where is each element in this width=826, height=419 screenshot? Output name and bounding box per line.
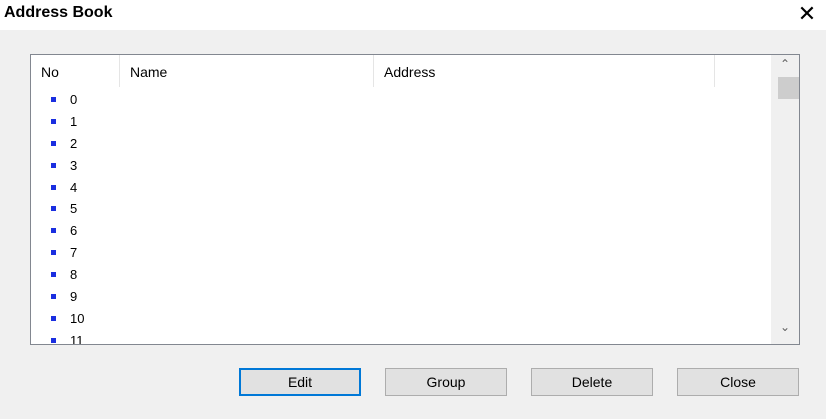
list-item[interactable]: 11 bbox=[31, 330, 771, 345]
row-number: 7 bbox=[70, 245, 78, 261]
scroll-thumb[interactable] bbox=[778, 77, 799, 99]
bullet-icon bbox=[51, 337, 56, 343]
row-number: 5 bbox=[70, 201, 78, 217]
bullet-icon bbox=[51, 118, 56, 124]
row-number: 3 bbox=[70, 157, 78, 173]
bullet-icon bbox=[51, 250, 56, 256]
scroll-up-icon[interactable]: ⌃ bbox=[771, 57, 799, 77]
close-button[interactable]: Close bbox=[677, 368, 799, 396]
column-header-blank[interactable] bbox=[714, 55, 771, 87]
window-title: Address Book bbox=[4, 4, 113, 21]
bullet-icon bbox=[51, 184, 56, 190]
column-header-address[interactable]: Address bbox=[373, 55, 714, 87]
list-item[interactable]: 0 bbox=[31, 89, 771, 111]
list-item[interactable]: 2 bbox=[31, 133, 771, 155]
row-number: 1 bbox=[70, 113, 78, 129]
list-item[interactable]: 4 bbox=[31, 177, 771, 199]
list-item[interactable]: 10 bbox=[31, 308, 771, 330]
column-header-name[interactable]: Name bbox=[119, 55, 373, 87]
list-item[interactable]: 8 bbox=[31, 264, 771, 286]
row-number: 6 bbox=[70, 223, 78, 239]
bullet-icon bbox=[51, 294, 56, 300]
list-item[interactable]: 1 bbox=[31, 111, 771, 133]
list-item[interactable]: 6 bbox=[31, 220, 771, 242]
scroll-down-icon[interactable]: ⌄ bbox=[771, 320, 799, 340]
bullet-icon bbox=[51, 315, 56, 321]
column-header-no[interactable]: No bbox=[31, 55, 119, 87]
close-icon[interactable]: ✕ bbox=[796, 3, 818, 25]
bullet-icon bbox=[51, 272, 56, 278]
list-item[interactable]: 7 bbox=[31, 242, 771, 264]
bullet-icon bbox=[51, 140, 56, 146]
row-number: 0 bbox=[70, 92, 78, 107]
bullet-icon bbox=[51, 97, 56, 102]
row-number: 11 bbox=[70, 332, 84, 345]
group-button[interactable]: Group bbox=[385, 368, 507, 396]
address-list[interactable]: No Name Address 0 1 2 3 4 5 6 7 8 9 10 1… bbox=[30, 54, 800, 345]
list-item[interactable]: 3 bbox=[31, 155, 771, 177]
list-rows: 0 1 2 3 4 5 6 7 8 9 10 11 bbox=[31, 89, 771, 345]
list-item[interactable]: 9 bbox=[31, 286, 771, 308]
edit-button[interactable]: Edit bbox=[239, 368, 361, 396]
row-number: 2 bbox=[70, 135, 78, 151]
row-number: 10 bbox=[70, 310, 85, 326]
list-header: No Name Address bbox=[31, 55, 771, 87]
row-number: 8 bbox=[70, 267, 78, 283]
row-number: 4 bbox=[70, 179, 78, 195]
bullet-icon bbox=[51, 162, 56, 168]
list-item[interactable]: 5 bbox=[31, 198, 771, 220]
delete-button[interactable]: Delete bbox=[531, 368, 653, 396]
bullet-icon bbox=[51, 206, 56, 212]
row-number: 9 bbox=[70, 289, 78, 305]
bullet-icon bbox=[51, 228, 56, 234]
vertical-scrollbar[interactable]: ⌃ ⌄ bbox=[771, 55, 799, 344]
title-bar: Address Book ✕ bbox=[0, 0, 826, 30]
